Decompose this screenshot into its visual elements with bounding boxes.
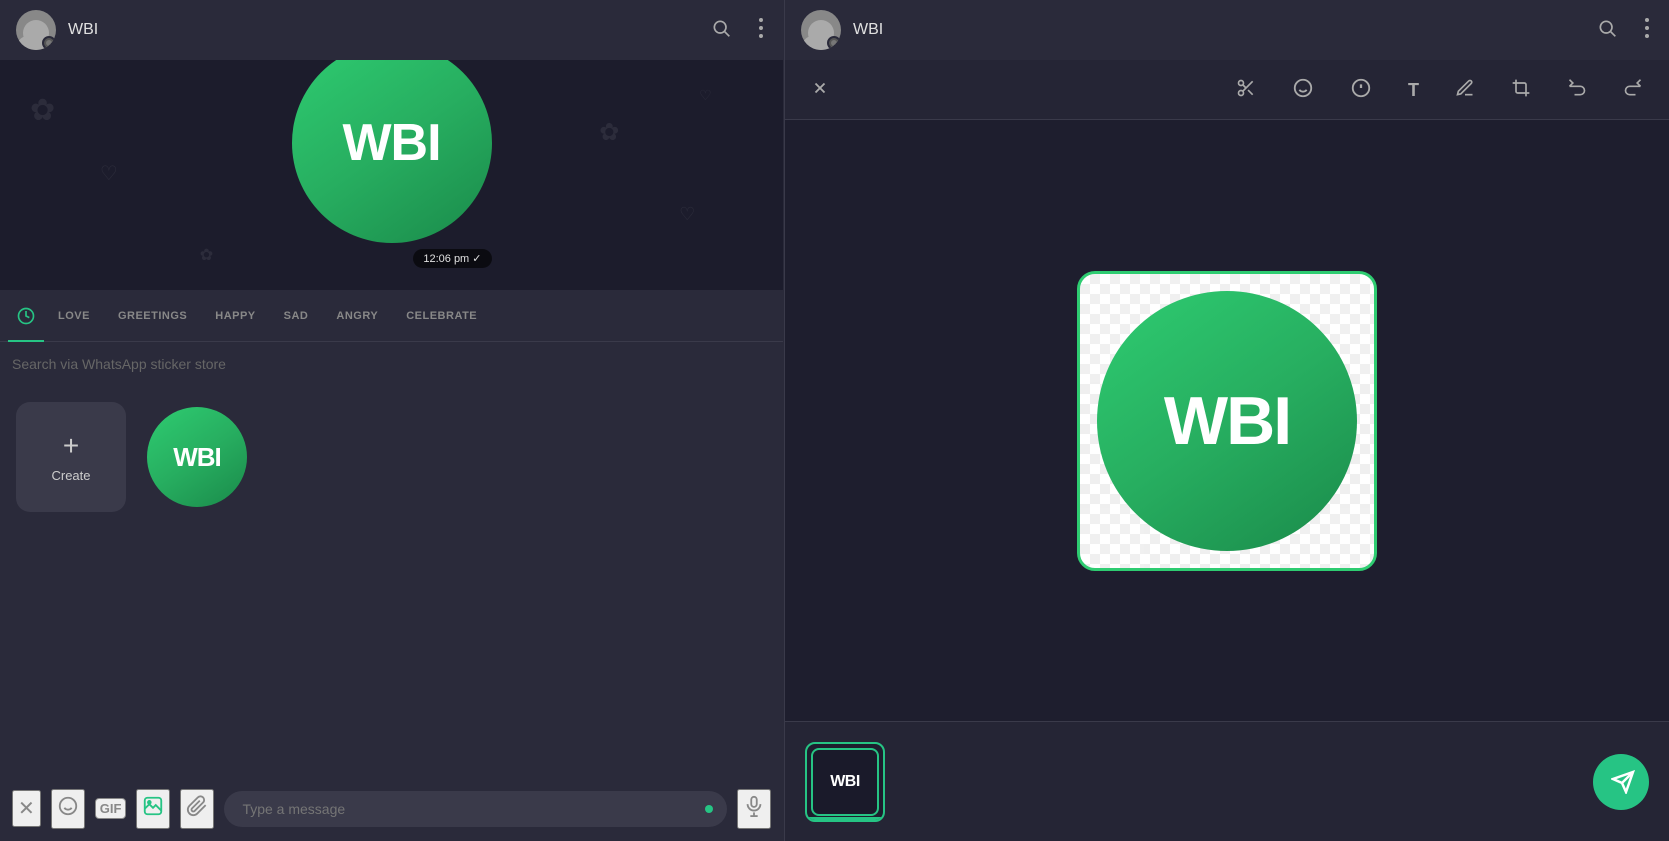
wbi-text-banner: WBI xyxy=(342,113,440,173)
tab-happy[interactable]: HAPPY xyxy=(201,296,269,336)
topbar-icons-right xyxy=(1593,14,1653,46)
undo-button[interactable] xyxy=(1561,72,1593,108)
right-panel: WBI xyxy=(785,0,1669,841)
create-plus-icon: + xyxy=(63,432,79,460)
sticker-grid: + Create WBI xyxy=(0,386,783,776)
sticker-tabs: LOVE GREETINGS HAPPY SAD ANGRY CELEBRATE xyxy=(0,290,783,342)
thumb-wbi-text: WBI xyxy=(830,773,860,791)
right-topbar: WBI xyxy=(785,0,1669,60)
thumb-underline xyxy=(807,817,883,820)
editor-close-button[interactable] xyxy=(805,73,835,107)
tab-celebrate[interactable]: CELEBRATE xyxy=(392,296,491,336)
emoji-button[interactable] xyxy=(51,789,85,829)
thumb-wbi-box: WBI xyxy=(811,748,879,816)
left-topbar: WBI xyxy=(0,0,783,60)
text-editor-button[interactable]: T xyxy=(1402,75,1425,105)
wbi-text-preview: WBI xyxy=(1164,382,1290,460)
scissors-button[interactable] xyxy=(1230,72,1262,108)
svg-text:✿: ✿ xyxy=(200,247,213,264)
input-dot xyxy=(705,805,713,813)
create-sticker-button[interactable]: + Create xyxy=(16,402,126,512)
bottom-bar: ✕ GIF xyxy=(0,776,783,841)
sticker-search-bar xyxy=(0,342,783,386)
timestamp-badge: 12:06 pm ✓ xyxy=(413,249,491,268)
sticker-preview: WBI xyxy=(1077,271,1377,571)
mic-button[interactable] xyxy=(737,789,771,829)
avatar-badge-right xyxy=(827,36,841,50)
message-input[interactable] xyxy=(242,801,709,817)
svg-text:♡: ♡ xyxy=(679,204,695,224)
emoji-editor-button[interactable] xyxy=(1286,71,1320,109)
avatar[interactable] xyxy=(16,10,56,50)
sticker-thumbnail[interactable]: WBI xyxy=(805,742,885,822)
pen-editor-button[interactable] xyxy=(1449,72,1481,108)
wbi-circle-sticker: WBI xyxy=(147,407,247,507)
banner-sticker: WBI 12:06 pm ✓ xyxy=(292,83,492,268)
sticker-editor-button[interactable] xyxy=(1344,71,1378,109)
sticker-wbi-item[interactable]: WBI xyxy=(142,402,252,512)
wbi-circle-preview: WBI xyxy=(1097,291,1357,551)
avatar-badge xyxy=(42,36,56,50)
svg-text:✿: ✿ xyxy=(30,94,55,127)
chat-title-right: WBI xyxy=(853,21,1581,39)
create-label: Create xyxy=(51,468,90,483)
more-button-left[interactable] xyxy=(755,14,767,46)
tab-sad[interactable]: SAD xyxy=(270,296,323,336)
editor-canvas: WBI xyxy=(785,120,1669,721)
wbi-circle-banner: WBI xyxy=(292,60,492,243)
tab-angry[interactable]: ANGRY xyxy=(322,296,392,336)
chat-title-left: WBI xyxy=(68,21,695,39)
editor-toolbar: T xyxy=(785,60,1669,120)
tab-greetings[interactable]: GREETINGS xyxy=(104,296,201,336)
left-panel: WBI ✿ ♡ ✿ ♡ ✿ ♡ WB xyxy=(0,0,784,841)
topbar-icons-left xyxy=(707,14,767,46)
redo-button[interactable] xyxy=(1617,72,1649,108)
avatar-right[interactable] xyxy=(801,10,841,50)
close-button[interactable]: ✕ xyxy=(12,790,41,827)
wbi-text-sticker: WBI xyxy=(173,442,221,473)
gif-button[interactable]: GIF xyxy=(95,798,127,819)
tab-love[interactable]: LOVE xyxy=(44,296,104,336)
message-input-wrapper[interactable] xyxy=(224,791,727,827)
chat-banner: ✿ ♡ ✿ ♡ ✿ ♡ WBI 12:06 pm ✓ xyxy=(0,60,783,290)
sticker-search-input[interactable] xyxy=(12,352,771,376)
tab-clock[interactable] xyxy=(8,290,44,342)
search-button-right[interactable] xyxy=(1593,14,1621,46)
editor-bottom-bar: WBI xyxy=(785,721,1669,841)
crop-editor-button[interactable] xyxy=(1505,72,1537,108)
send-button[interactable] xyxy=(1593,754,1649,810)
svg-text:♡: ♡ xyxy=(699,87,712,103)
attach-button[interactable] xyxy=(180,789,214,829)
svg-text:✿: ✿ xyxy=(599,119,619,146)
sticker-panel-button[interactable] xyxy=(136,789,170,829)
search-button-left[interactable] xyxy=(707,14,735,46)
svg-text:♡: ♡ xyxy=(100,163,118,185)
more-button-right[interactable] xyxy=(1641,14,1653,46)
